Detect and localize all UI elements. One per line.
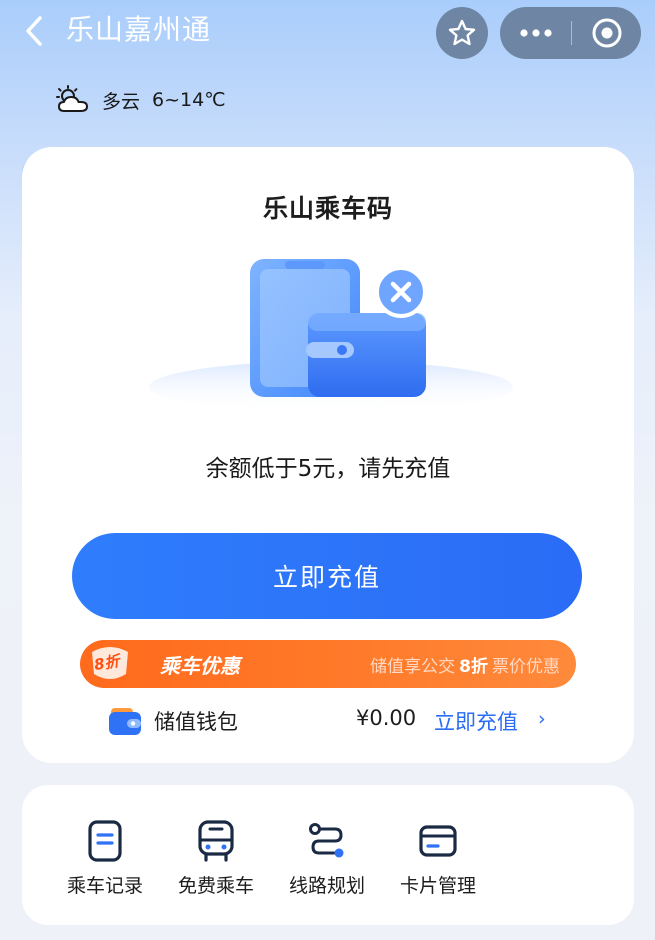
route-icon	[309, 823, 344, 858]
card-title: 乐山乘车码	[262, 194, 393, 223]
cloudy-icon	[56, 85, 88, 112]
target-close-icon	[592, 18, 621, 48]
card-icon	[419, 825, 457, 857]
weather-info: 多云 6~14℃	[56, 84, 226, 116]
function-menu: 乘车记录 免费乘车 线路规划 卡片管理	[22, 785, 634, 925]
more-button[interactable]	[500, 7, 572, 59]
promo-title: 乘车优惠	[160, 654, 240, 678]
stored-value-wallet-row: 储值钱包 ¥0.00 立即充值 ›	[108, 702, 568, 740]
star-icon	[448, 19, 476, 46]
ride-code-card: 乐山乘车码 余额低于5元，请先充值 立即充值 8折 乘车优惠 储值享公交 8折 …	[22, 147, 634, 763]
menu-label: 卡片管理	[399, 875, 476, 897]
menu-label: 免费乘车	[177, 875, 254, 897]
page-title: 乐山嘉州通	[66, 13, 212, 46]
promo-desc-discount: 8折	[459, 657, 488, 677]
promo-desc-prefix: 储值享公交	[370, 657, 456, 677]
ride-discount-banner[interactable]: 8折 乘车优惠 储值享公交 8折 票价优惠	[80, 640, 576, 688]
weather-description: 多云	[102, 90, 141, 113]
recharge-button[interactable]: 立即充值	[72, 533, 582, 619]
menu-label: 线路规划	[288, 875, 365, 897]
menu-item-route-planning[interactable]: 线路规划	[272, 819, 382, 909]
low-balance-message: 余额低于5元，请先充值	[205, 456, 451, 482]
back-button[interactable]	[18, 12, 52, 50]
bus-icon	[198, 820, 234, 862]
wallet-phone-error-icon	[149, 259, 513, 413]
close-button[interactable]	[572, 7, 641, 59]
wallet-icon	[109, 708, 141, 735]
menu-label: 乘车记录	[66, 875, 143, 897]
promo-description: 储值享公交 8折 票价优惠	[370, 652, 560, 677]
weather-temperature: 6~14℃	[152, 89, 226, 111]
wallet-label: 储值钱包	[154, 710, 238, 734]
mini-program-capsule	[500, 7, 641, 59]
promo-desc-suffix: 票价优惠	[492, 657, 560, 677]
favorite-button[interactable]	[436, 7, 488, 59]
wallet-recharge-link[interactable]: 立即充值	[434, 706, 518, 736]
menu-item-card-management[interactable]: 卡片管理	[383, 819, 493, 909]
ride-record-icon	[88, 820, 122, 862]
more-dots-icon	[520, 29, 552, 37]
chevron-left-icon	[26, 16, 42, 46]
chevron-right-icon: ›	[538, 708, 546, 730]
wallet-balance: ¥0.00	[356, 706, 417, 730]
menu-item-free-ride[interactable]: 免费乘车	[161, 819, 271, 909]
header: 乐山嘉州通	[0, 0, 655, 62]
discount-badge-text: 8折	[92, 651, 121, 675]
menu-item-ride-record[interactable]: 乘车记录	[50, 819, 160, 909]
